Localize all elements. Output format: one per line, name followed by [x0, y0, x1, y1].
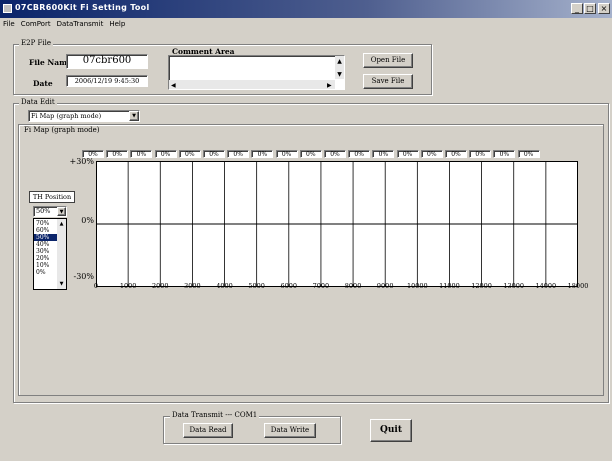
menu-file[interactable]: File: [0, 18, 18, 28]
date-field: 2006/12/19 9:45:30: [66, 75, 148, 87]
fi-value-cell[interactable]: 0%: [517, 150, 540, 158]
open-file-button[interactable]: Open File: [363, 53, 413, 68]
th-option[interactable]: 50%: [34, 234, 58, 241]
data-transmit-legend: Data Transmit --- COM1: [170, 411, 260, 419]
x-tick-label: 11000: [439, 282, 460, 290]
x-tick-label: 14000: [535, 282, 557, 290]
th-option[interactable]: 30%: [34, 248, 58, 255]
menu-datatransmit[interactable]: DataTransmit: [54, 18, 107, 28]
x-tick-label: 5000: [248, 282, 265, 290]
th-option[interactable]: 0%: [34, 269, 58, 276]
chevron-down-icon[interactable]: ▼: [129, 111, 139, 121]
th-option[interactable]: 40%: [34, 241, 58, 248]
data-write-button[interactable]: Data Write: [264, 423, 316, 438]
th-option[interactable]: 70%: [34, 220, 58, 227]
fi-value-cell[interactable]: 0%: [396, 150, 419, 158]
y-label-top: +30%: [69, 157, 94, 166]
fi-value-cell[interactable]: 0%: [493, 150, 516, 158]
fi-value-cell[interactable]: 0%: [203, 150, 225, 158]
menu-help[interactable]: Help: [106, 18, 128, 28]
y-label-mid: 0%: [81, 216, 94, 225]
scroll-right-icon[interactable]: ▶: [327, 82, 332, 89]
scroll-left-icon[interactable]: ◀: [171, 82, 176, 89]
title-bar: 07CBR600Kit Fi Setting Tool _ □ ×: [0, 0, 612, 18]
x-tick-label: 0: [93, 282, 99, 290]
fi-map-chart[interactable]: [96, 161, 578, 287]
close-button[interactable]: ×: [598, 3, 610, 14]
scroll-up-icon[interactable]: ▲: [335, 58, 344, 65]
x-tick-label: 13000: [503, 282, 525, 290]
th-option[interactable]: 10%: [34, 262, 58, 269]
minimize-button[interactable]: _: [571, 3, 583, 14]
scroll-down-icon[interactable]: ▼: [335, 71, 344, 78]
x-tick-label: 10000: [406, 282, 428, 290]
x-tick-label: 9000: [376, 282, 394, 290]
fi-map-legend: Fi Map (graph mode): [24, 126, 100, 134]
quit-button[interactable]: Quit: [370, 419, 412, 442]
th-options: 70% 60% 50% 40% 30% 20% 10% 0%: [34, 220, 58, 276]
x-tick-label: 2000: [151, 282, 169, 290]
x-tick-label: 12000: [471, 282, 492, 290]
data-edit-legend: Data Edit: [19, 98, 57, 106]
fi-value-cell[interactable]: 0%: [445, 150, 467, 158]
x-tick-label: 4000: [216, 282, 233, 290]
fi-value-cell[interactable]: 0%: [227, 150, 250, 158]
fi-value-cell[interactable]: 0%: [178, 150, 201, 158]
fi-value-cell[interactable]: 0%: [275, 150, 298, 158]
x-tick-label: 1000: [119, 282, 137, 290]
save-file-button[interactable]: Save File: [363, 74, 413, 89]
mode-select[interactable]: Fi Map (graph mode) ▼: [28, 110, 140, 122]
comment-hscrollbar[interactable]: [169, 80, 335, 89]
e2p-file-legend: E2P File: [19, 39, 53, 47]
fi-value-cell[interactable]: 0%: [154, 150, 177, 158]
fi-value-cell[interactable]: 0%: [251, 150, 274, 158]
th-option[interactable]: 60%: [34, 227, 58, 234]
menu-bar: File ComPort DataTransmit Help: [0, 18, 612, 30]
fi-map-chart-grid: [96, 161, 578, 287]
y-label-bottom: -30%: [73, 272, 94, 281]
fi-value-cell[interactable]: 0%: [299, 150, 322, 158]
x-tick-label: 3000: [184, 282, 201, 290]
fi-value-cell[interactable]: 0%: [324, 150, 346, 158]
maximize-button[interactable]: □: [584, 3, 596, 14]
comment-textarea[interactable]: ▲ ▼ ◀ ▶: [168, 55, 345, 90]
th-scroll-down-icon[interactable]: ▼: [57, 281, 66, 287]
menu-comport[interactable]: ComPort: [18, 18, 54, 28]
window-title: 07CBR600Kit Fi Setting Tool: [15, 3, 150, 12]
th-list-scrollbar[interactable]: [57, 219, 66, 289]
fi-value-cell[interactable]: 0%: [420, 150, 443, 158]
data-read-button[interactable]: Data Read: [183, 423, 233, 438]
date-label: Date: [33, 79, 53, 88]
app-icon: [3, 4, 12, 13]
fi-value-cell[interactable]: 0%: [130, 150, 153, 158]
x-tick-label: 18000: [567, 282, 589, 290]
th-option[interactable]: 20%: [34, 255, 58, 262]
fi-value-cell[interactable]: 0%: [372, 150, 395, 158]
fi-value-cell[interactable]: 0%: [106, 150, 129, 158]
x-tick-label: 6000: [280, 282, 298, 290]
fi-value-cell[interactable]: 0%: [469, 150, 492, 158]
th-position-list[interactable]: 70% 60% 50% 40% 30% 20% 10% 0% ▲ ▼: [33, 218, 67, 290]
th-position-select[interactable]: 50% ▼: [33, 206, 67, 217]
x-tick-label: 7000: [312, 282, 330, 290]
th-position-value: 50%: [36, 207, 51, 215]
x-tick-label: 8000: [344, 282, 362, 290]
file-name-input[interactable]: 07cbr600: [66, 54, 148, 69]
mode-select-value: Fi Map (graph mode): [31, 112, 102, 120]
fi-value-cell[interactable]: 0%: [348, 150, 371, 158]
th-scroll-up-icon[interactable]: ▲: [57, 221, 66, 227]
th-position-label: TH Position: [29, 191, 75, 203]
th-chevron-down-icon[interactable]: ▼: [57, 207, 66, 216]
